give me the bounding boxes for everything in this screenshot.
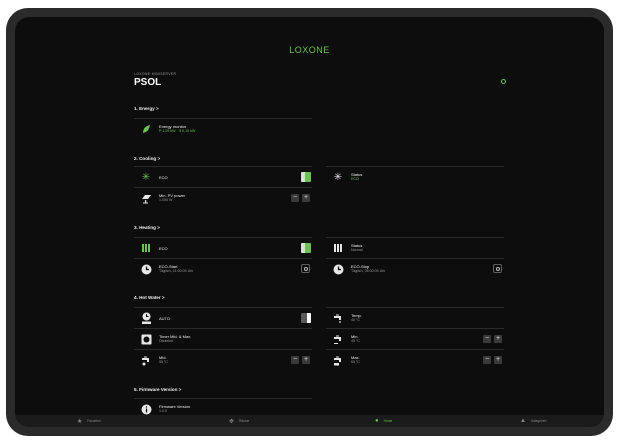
tab-rooms[interactable]: ✥ Räume [229,415,249,427]
hot-water-temp-value: 45 °C [351,318,361,322]
eco-stop-value: Täglich, 05:00:00 Uhr [351,269,386,273]
app-screen: LOXONE LOXONE MINISERVER PSOL 1. Energy … [15,17,604,427]
move-icon: ✥ [229,418,235,425]
tablet-frame: LOXONE LOXONE MINISERVER PSOL 1. Energy … [6,8,613,436]
tab-categories-label: Kategorien [530,419,547,423]
hot-water-auto-label: AUTO [159,316,171,321]
minus-button[interactable]: − [483,356,491,364]
bottom-tab-bar: ★ Favoriten ✥ Räume ● Home ▲ Kategorien [15,415,604,427]
hot-water-mid-row[interactable]: Mid. 55 °C − + [134,349,312,370]
brand-logo: LOXONE [289,45,330,55]
clock-icon [140,263,152,275]
tap-max-icon [332,354,344,366]
hot-water-mid-value: 55 °C [159,360,169,364]
tab-categories[interactable]: ▲ Kategorien [520,415,546,427]
page-subtitle: LOXONE MINISERVER [134,72,177,76]
clock-icon [332,263,344,275]
location-pin-icon: ● [375,418,379,424]
hot-water-temp-row[interactable]: Temp. 45 °C [326,307,504,328]
page-title: PSOL [134,77,162,88]
timer-settings-button[interactable] [493,264,502,273]
tap-mid-icon [140,354,152,366]
solar-panel-icon [140,192,152,204]
heating-eco-row[interactable]: ECO [134,237,312,258]
tap-min-icon [332,333,344,345]
tab-home[interactable]: ● Home [375,415,392,427]
minus-button[interactable]: − [291,356,299,364]
plus-button[interactable]: + [302,356,310,364]
cooling-eco-label: ECO [159,175,168,180]
tab-home-label: Home [383,419,393,423]
energy-monitor-value: P 1,29 kW · Ǝ 0,10 kW [159,129,196,133]
eco-start-value: Täglich, 21:00:00 Uhr [159,269,194,273]
snowflake-icon: ✳ [333,171,343,183]
cooling-status-row[interactable]: ✳ Status ECO [326,166,504,187]
info-icon[interactable] [501,79,506,84]
radiator-icon [332,242,344,254]
section-heating[interactable]: 3. Heating > [134,225,160,230]
energy-monitor-row[interactable]: Energy monitor P 1,29 kW · Ǝ 0,10 kW [134,118,312,139]
minus-button[interactable]: − [291,194,299,202]
cooling-status-value: ECO [351,177,359,181]
section-energy[interactable]: 1. Energy > [134,106,159,111]
plus-button[interactable]: + [302,194,310,202]
eco-start-row[interactable]: ECO-Start Täglich, 21:00:00 Uhr [134,258,312,279]
heating-status-value: Normal [351,248,363,252]
tab-rooms-label: Räume [239,419,250,423]
hot-water-min-row[interactable]: Min. 45 °C − + [326,328,504,349]
hot-water-max-row[interactable]: Max. 65 °C − + [326,349,504,370]
section-hot-water[interactable]: 4. Hot Water > [134,295,165,300]
timer-mid-max-row[interactable]: Timer Mid. & Max. Disabled [134,328,312,349]
tab-favorites[interactable]: ★ Favoriten [77,415,101,427]
hot-water-auto-toggle[interactable] [301,313,311,323]
min-pv-power-value: 1.000 W [159,198,173,202]
radiator-icon [140,242,152,254]
tab-favorites-label: Favoriten [87,419,101,423]
timer-icon [140,333,152,345]
plus-button[interactable]: + [494,335,502,343]
leaf-icon [140,123,152,135]
min-pv-power-row[interactable]: Min. PV power 1.000 W − + [134,187,312,208]
hot-water-max-value: 65 °C [351,360,361,364]
eco-stop-row[interactable]: ECO-Stop Täglich, 05:00:00 Uhr [326,258,504,279]
minus-button[interactable]: − [483,335,491,343]
info-circle-icon [140,403,152,415]
timer-settings-button[interactable] [301,264,310,273]
snowflake-icon: ✳ [141,171,151,183]
firmware-version-value: 1.0.0 [159,409,167,413]
categories-icon: ▲ [520,418,526,424]
clock-mode-icon [140,312,152,324]
star-icon: ★ [77,418,83,425]
section-firmware[interactable]: 5. Firmware Version > [134,387,181,392]
heating-eco-label: ECO [159,246,168,251]
plus-button[interactable]: + [494,356,502,364]
tap-icon [332,312,344,324]
hot-water-min-value: 45 °C [351,339,361,343]
cooling-eco-toggle[interactable] [301,172,311,182]
heating-status-row[interactable]: Status Normal [326,237,504,258]
heating-eco-toggle[interactable] [301,243,311,253]
section-cooling[interactable]: 2. Cooling > [134,156,160,161]
cooling-eco-row[interactable]: ✳ ECO [134,166,312,187]
timer-mid-max-value: Disabled [159,339,173,343]
hot-water-auto-row[interactable]: AUTO [134,307,312,328]
